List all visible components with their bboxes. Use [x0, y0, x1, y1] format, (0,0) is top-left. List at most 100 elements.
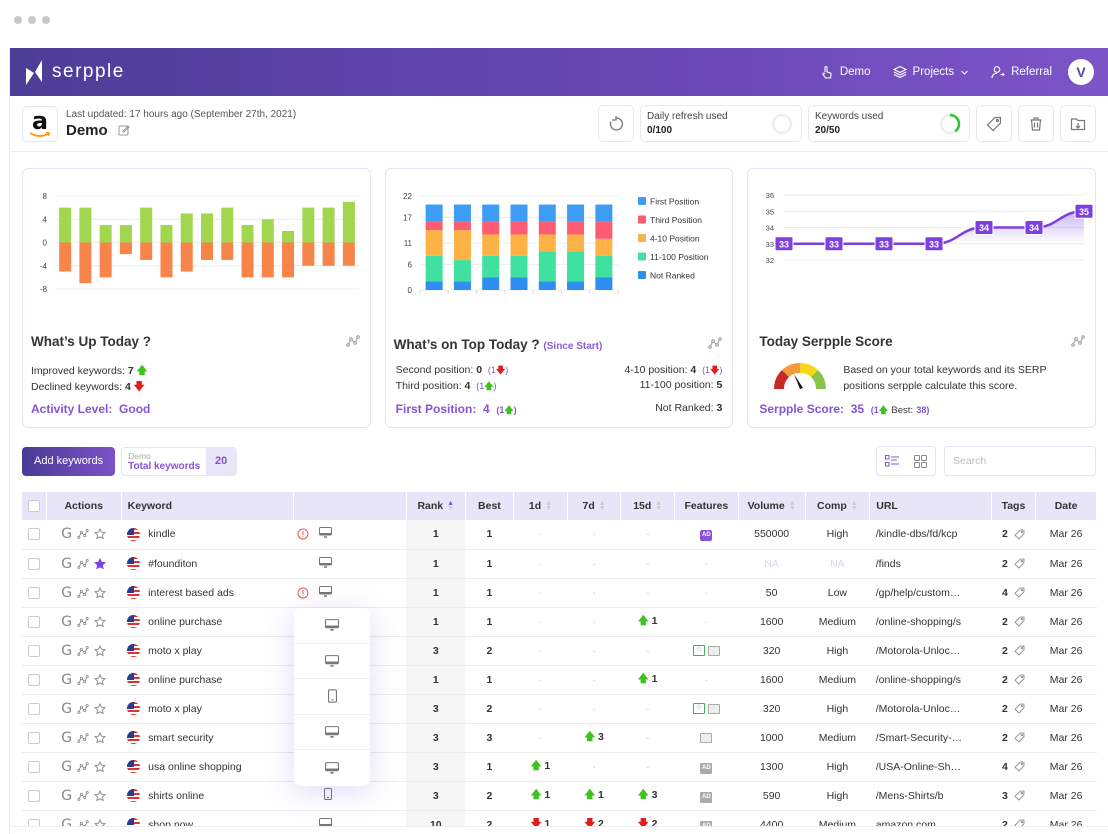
- edit-icon[interactable]: [118, 124, 130, 136]
- col-rank[interactable]: Rank ▲ ▼: [406, 492, 466, 520]
- col-volume[interactable]: Volume ▲ ▼: [738, 492, 806, 520]
- trend-chart-icon[interactable]: [77, 529, 89, 540]
- row-checkbox[interactable]: [28, 789, 41, 802]
- keyword-text[interactable]: moto x play: [148, 703, 202, 715]
- row-checkbox[interactable]: [28, 586, 41, 599]
- star-icon[interactable]: [94, 789, 107, 802]
- google-icon[interactable]: G: [61, 614, 72, 630]
- tag-icon[interactable]: [1014, 761, 1025, 772]
- url-cell[interactable]: /Motorola-Unloc…: [869, 694, 992, 724]
- col-7d[interactable]: 7d ▲ ▼: [567, 492, 622, 520]
- keyword-text[interactable]: #founditon: [148, 558, 197, 570]
- nav-demo[interactable]: Demo: [820, 65, 871, 79]
- tag-icon[interactable]: [1014, 790, 1025, 801]
- row-checkbox[interactable]: [28, 702, 41, 715]
- col-15d[interactable]: 15d ▲ ▼: [620, 492, 676, 520]
- table-row[interactable]: G usa online shopping 3 1 🡅 1 - - AD 130…: [22, 752, 1097, 782]
- device-toggle[interactable]: [324, 788, 333, 803]
- url-cell[interactable]: /Motorola-Unloc…: [869, 636, 992, 666]
- trend-chart-icon[interactable]: [708, 337, 723, 349]
- sort-icon[interactable]: ▲ ▼: [851, 500, 858, 512]
- device-option-desktop[interactable]: [294, 608, 370, 644]
- table-row[interactable]: G moto x play 3 2 - - - ☆ 320 High /Moto…: [22, 694, 1097, 724]
- url-cell[interactable]: /kindle-dbs/fd/kcp: [869, 520, 992, 550]
- keyword-text[interactable]: shirts online: [148, 790, 204, 802]
- device-option-mobile[interactable]: [294, 679, 370, 715]
- table-row[interactable]: G smart security 3 3 - 🡅 3 - 1000 Medium…: [22, 723, 1097, 753]
- nav-referral[interactable]: Referral: [991, 65, 1052, 79]
- google-icon[interactable]: G: [61, 730, 72, 746]
- refresh-button[interactable]: [598, 105, 634, 142]
- sort-icon[interactable]: ▲ ▼: [789, 500, 796, 512]
- row-checkbox[interactable]: [28, 731, 41, 744]
- row-checkbox[interactable]: [28, 557, 41, 570]
- table-row[interactable]: G online purchase 1 1 - - 🡅 1 - 1600 Med…: [22, 607, 1097, 637]
- star-icon[interactable]: [94, 731, 107, 744]
- sort-icon[interactable]: ▲ ▼: [447, 500, 454, 512]
- keyword-text[interactable]: online purchase: [148, 616, 222, 628]
- window-dot[interactable]: [28, 16, 36, 24]
- device-option-desktop[interactable]: [294, 750, 370, 786]
- trend-chart-icon[interactable]: [77, 790, 89, 801]
- window-dot[interactable]: [14, 16, 22, 24]
- table-row[interactable]: G moto x play 3 2 - - - ☆ 320 High /Moto…: [22, 636, 1097, 666]
- google-icon[interactable]: G: [61, 585, 72, 601]
- tag-icon[interactable]: [1014, 674, 1025, 685]
- keyword-text[interactable]: kindle: [148, 528, 175, 540]
- device-toggle[interactable]: [319, 585, 333, 600]
- google-icon[interactable]: G: [61, 526, 72, 542]
- table-row[interactable]: G online purchase 1 1 - - 🡅 1 - 1600 Med…: [22, 665, 1097, 695]
- table-row[interactable]: G kindle 1 1 - - - AD 550000 High /kindl…: [22, 520, 1097, 550]
- star-icon[interactable]: [94, 702, 107, 715]
- col-1d[interactable]: 1d ▲ ▼: [513, 492, 568, 520]
- tag-icon[interactable]: [1014, 645, 1025, 656]
- user-avatar[interactable]: V: [1068, 59, 1094, 85]
- table-row[interactable]: G interest based ads 1 1 - - - - 50 Low …: [22, 578, 1097, 608]
- sort-icon[interactable]: ▲ ▼: [599, 500, 606, 512]
- trend-chart-icon[interactable]: [77, 587, 89, 598]
- tag-icon[interactable]: [1014, 558, 1025, 569]
- table-row[interactable]: G shirts online 3 2 🡅 1 🡅 1 🡅 3 AD 590 H…: [22, 781, 1097, 811]
- url-cell[interactable]: /gp/help/custom…: [869, 578, 992, 608]
- row-checkbox[interactable]: [28, 644, 41, 657]
- keyword-text[interactable]: smart security: [148, 732, 213, 744]
- device-option-desktop[interactable]: [294, 715, 370, 751]
- star-icon[interactable]: [94, 760, 107, 773]
- tag-icon[interactable]: [1014, 732, 1025, 743]
- add-keywords-button[interactable]: Add keywords: [22, 446, 116, 476]
- row-checkbox[interactable]: [28, 673, 41, 686]
- star-icon[interactable]: [94, 644, 107, 657]
- keyword-text[interactable]: interest based ads: [148, 587, 234, 599]
- google-icon[interactable]: G: [61, 556, 72, 572]
- delete-button[interactable]: [1018, 105, 1054, 142]
- url-cell[interactable]: /finds: [869, 549, 992, 579]
- sort-icon[interactable]: ▲ ▼: [655, 500, 662, 512]
- trend-chart-icon[interactable]: [77, 558, 89, 569]
- trend-chart-icon[interactable]: [77, 732, 89, 743]
- row-checkbox[interactable]: [28, 760, 41, 773]
- keyword-text[interactable]: moto x play: [148, 645, 202, 657]
- tag-icon[interactable]: [1014, 616, 1025, 627]
- google-icon[interactable]: G: [61, 672, 72, 688]
- export-button[interactable]: [1060, 105, 1096, 142]
- star-icon[interactable]: [94, 557, 107, 570]
- device-option-desktop[interactable]: [294, 644, 370, 680]
- trend-chart-icon[interactable]: [77, 761, 89, 772]
- star-icon[interactable]: [94, 673, 107, 686]
- trend-chart-icon[interactable]: [77, 616, 89, 627]
- device-toggle[interactable]: [319, 556, 333, 571]
- url-cell[interactable]: /online-shopping/s: [869, 607, 992, 637]
- star-icon[interactable]: [94, 586, 107, 599]
- url-cell[interactable]: /online-shopping/s: [869, 665, 992, 695]
- url-cell[interactable]: /Mens-Shirts/b: [869, 781, 992, 811]
- trend-chart-icon[interactable]: [77, 674, 89, 685]
- window-dot[interactable]: [42, 16, 50, 24]
- table-row[interactable]: G #founditon 1 1 - - - - NA NA /finds 2: [22, 549, 1097, 579]
- google-icon[interactable]: G: [61, 759, 72, 775]
- sort-icon[interactable]: ▲ ▼: [545, 500, 552, 512]
- keyword-text[interactable]: usa online shopping: [148, 761, 241, 773]
- search-input[interactable]: [953, 455, 1088, 467]
- trend-chart-icon[interactable]: [345, 335, 360, 347]
- tag-icon[interactable]: [1014, 587, 1025, 598]
- google-icon[interactable]: G: [61, 788, 72, 804]
